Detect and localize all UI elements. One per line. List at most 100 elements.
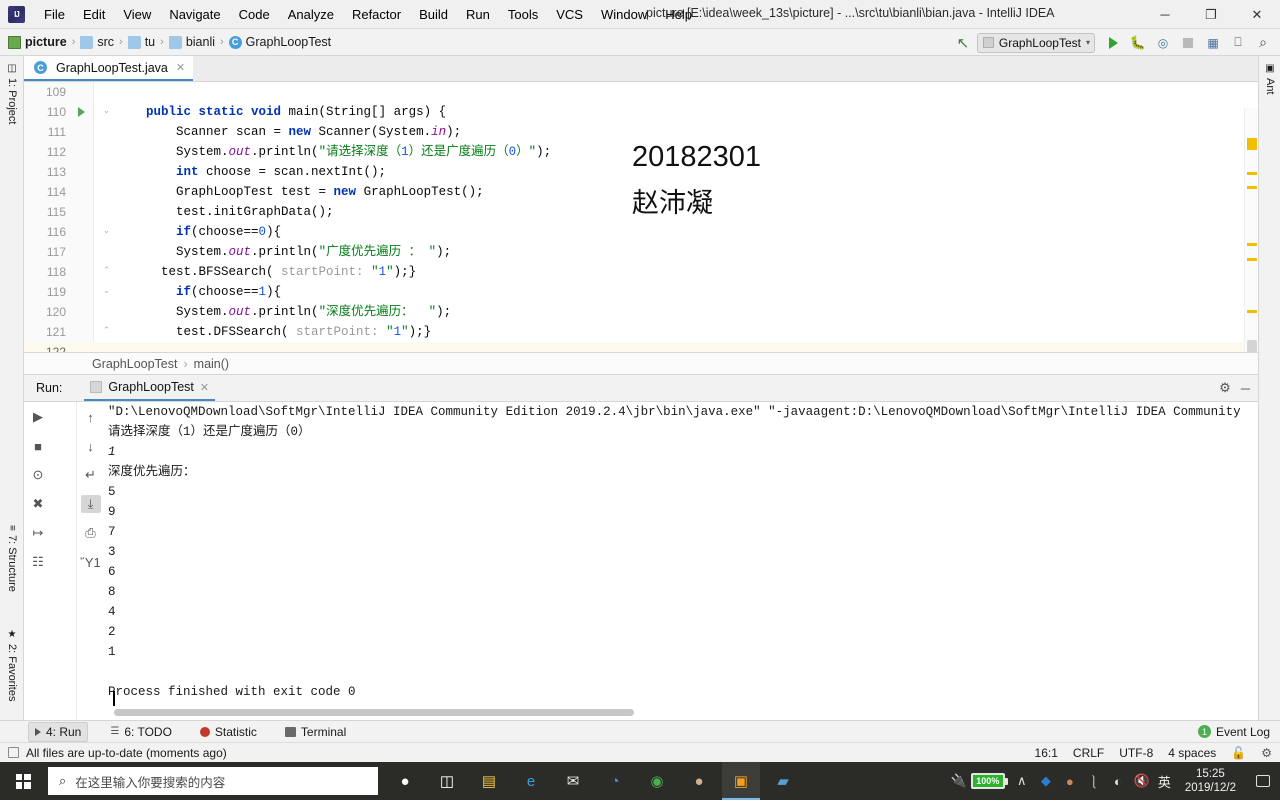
back-arrow-icon[interactable]: ↖ (952, 32, 974, 53)
bottom-tab-run[interactable]: 4: Run (28, 721, 89, 742)
camera-icon[interactable]: ⊙ (28, 466, 48, 484)
sidebar-item-project[interactable]: ◫ 1: Project (0, 60, 24, 127)
minimize-panel-icon[interactable]: ─ (1241, 381, 1250, 396)
breadcrumb-class[interactable]: GraphLoopTest (92, 357, 177, 371)
lock-icon[interactable]: 🔓 (1231, 746, 1246, 760)
run-with-coverage-button[interactable]: ◎ (1152, 32, 1174, 53)
debug-button[interactable]: 🐛 (1127, 32, 1149, 53)
run-gutter-icon[interactable] (78, 107, 85, 117)
dump-icon[interactable]: ☷ (28, 553, 48, 571)
start-button[interactable] (0, 762, 46, 800)
down-arrow-icon[interactable]: ↓ (81, 437, 101, 455)
warning-marker[interactable] (1247, 186, 1257, 189)
menu-item-analyze[interactable]: Analyze (279, 3, 343, 26)
menu-item-vcs[interactable]: VCS (547, 3, 592, 26)
menu-item-code[interactable]: Code (230, 3, 279, 26)
breadcrumb-method[interactable]: main() (194, 357, 229, 371)
idea-icon[interactable]: ▣ (722, 762, 760, 800)
menu-item-edit[interactable]: Edit (74, 3, 114, 26)
menu-item-view[interactable]: View (114, 3, 160, 26)
warning-marker[interactable] (1247, 243, 1257, 246)
code-fold-icon[interactable]: ⌄ (102, 107, 111, 116)
taskbar-clock[interactable]: 15:25 2019/12/2 (1175, 762, 1246, 800)
menu-item-build[interactable]: Build (410, 3, 457, 26)
search-icon[interactable]: ⌕ (1252, 32, 1274, 53)
warning-marker[interactable] (1247, 258, 1257, 261)
clock-app-icon[interactable]: ◔ (596, 762, 634, 800)
coverage-icon[interactable]: ✖ (28, 495, 48, 513)
file-explorer-icon[interactable]: ▤ (470, 762, 508, 800)
cortana-icon[interactable]: ● (386, 762, 424, 800)
bottom-tab-statistic[interactable]: Statistic (194, 723, 263, 741)
sidebar-item-ant[interactable]: ▣ Ant (1259, 60, 1280, 98)
menu-item-tools[interactable]: Tools (499, 3, 547, 26)
wifi-icon[interactable]: ◐ (1106, 762, 1130, 800)
mail-icon[interactable]: ✉ (554, 762, 592, 800)
menu-item-file[interactable]: File (35, 3, 74, 26)
close-button[interactable]: ✕ (1234, 0, 1280, 29)
indent-setting[interactable]: 4 spaces (1168, 746, 1216, 760)
trash-icon[interactable]: Ὕ1 (80, 553, 100, 571)
breadcrumb-item-graphlooptest[interactable]: GraphLoopTest (228, 35, 331, 49)
power-plug-icon[interactable]: 🔌 (947, 762, 971, 800)
menu-item-refactor[interactable]: Refactor (343, 3, 410, 26)
warning-marker[interactable] (1247, 138, 1257, 150)
gear-icon[interactable]: ⚙ (1219, 380, 1231, 396)
run-tab-graphlooptest[interactable]: GraphLoopTest ✕ (84, 375, 216, 401)
sidebar-item-favorites[interactable]: ★ 2: Favorites (0, 626, 24, 704)
stop-icon[interactable]: ■ (28, 437, 48, 455)
run-button[interactable] (1102, 32, 1124, 53)
breadcrumb-item-bianli[interactable]: bianli (168, 35, 215, 49)
breadcrumb-item-tu[interactable]: tu (127, 35, 155, 49)
warning-marker[interactable] (1247, 172, 1257, 175)
warning-marker[interactable] (1247, 310, 1257, 313)
terminal-button[interactable]: ⎕ (1227, 32, 1249, 53)
breadcrumb-item-picture[interactable]: picture (8, 35, 67, 49)
code-fold-icon[interactable]: ⌄ (102, 227, 111, 236)
code-editor[interactable]: 109 110 ⌄ public static void main(String[]… (24, 82, 1258, 352)
scroll-to-end-icon[interactable]: ⤓ (80, 495, 101, 513)
project-structure-button[interactable]: ▦ (1202, 32, 1224, 53)
print-icon[interactable]: ⎙ (81, 524, 101, 542)
security-shield-icon[interactable]: ● (1058, 762, 1082, 800)
minimize-button[interactable]: ─ (1142, 0, 1188, 29)
line-separator[interactable]: CRLF (1073, 746, 1104, 760)
bottom-tab-todo[interactable]: ☰ 6: TODO (104, 723, 178, 741)
menu-item-run[interactable]: Run (457, 3, 499, 26)
code-fold-icon[interactable]: ⌄ (102, 287, 111, 296)
dropbox-icon[interactable]: ◆ (1034, 762, 1058, 800)
console-output[interactable]: "D:\LenovoQMDownload\SoftMgr\IntelliJ ID… (108, 402, 1244, 720)
volume-muted-icon[interactable]: 🔇 (1130, 762, 1154, 800)
stop-button[interactable] (1177, 32, 1199, 53)
event-log-button[interactable]: 1 Event Log (1197, 725, 1270, 739)
device-icon[interactable]: ⎱ (1082, 762, 1106, 800)
up-arrow-icon[interactable]: ↑ (81, 408, 101, 426)
code-fold-icon[interactable]: ⌃ (102, 267, 111, 276)
caret-position[interactable]: 16:1 (1035, 746, 1058, 760)
wechat-icon[interactable]: ◉ (638, 762, 676, 800)
sidebar-item-structure[interactable]: ≡ 7: Structure (0, 522, 24, 595)
close-run-tab-icon[interactable]: ✕ (200, 381, 209, 394)
notification-center-button[interactable] (1246, 762, 1280, 800)
edge-icon[interactable]: e (512, 762, 550, 800)
battery-indicator[interactable]: 100% (970, 773, 1008, 789)
taskbar-search-box[interactable]: ⌕ 在这里输入你要搜索的内容 (48, 767, 378, 795)
menu-item-navigate[interactable]: Navigate (160, 3, 229, 26)
app-icon[interactable]: ▰ (764, 762, 802, 800)
bottom-tab-terminal[interactable]: Terminal (279, 723, 352, 741)
ime-indicator[interactable]: 英 (1154, 772, 1175, 791)
inspection-icon[interactable]: ⚙ (1261, 746, 1272, 760)
maximize-button[interactable]: ❐ (1188, 0, 1234, 29)
file-encoding[interactable]: UTF-8 (1119, 746, 1153, 760)
editor-tab-graphlooptest[interactable]: GraphLoopTest.java ✕ (24, 56, 194, 81)
task-view-icon[interactable]: ◫ (428, 762, 466, 800)
soft-wrap-icon[interactable]: ↵ (81, 466, 101, 484)
run-configuration-selector[interactable]: GraphLoopTest ▾ (976, 32, 1095, 53)
console-horizontal-scrollbar[interactable] (114, 709, 634, 716)
browser-icon[interactable]: ● (680, 762, 718, 800)
error-stripe-gutter[interactable] (1244, 108, 1258, 352)
breadcrumb-item-src[interactable]: src (80, 35, 114, 49)
rerun-icon[interactable]: ▶ (28, 408, 48, 426)
export-icon[interactable]: ↦ (28, 524, 48, 542)
show-hidden-icons-chevron[interactable]: ∧ (1010, 762, 1034, 800)
